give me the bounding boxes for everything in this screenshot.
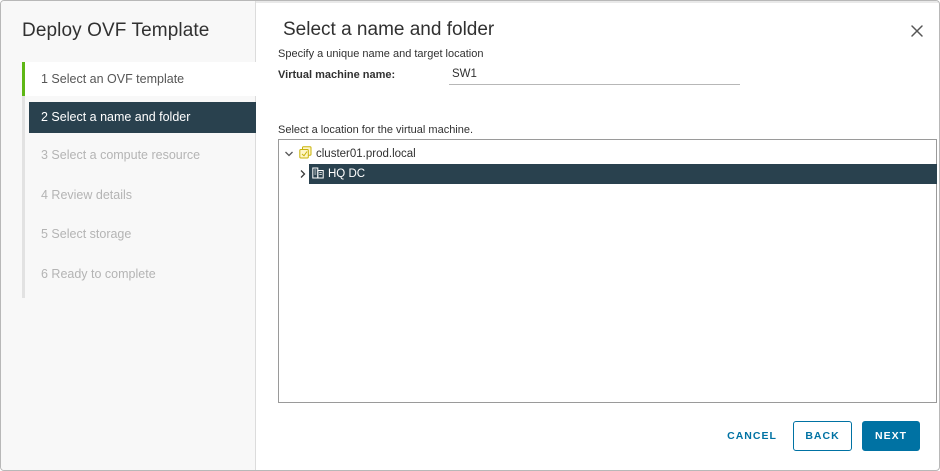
cancel-button[interactable]: CANCEL [723, 421, 781, 451]
deploy-ovf-dialog: Deploy OVF Template 1 Select an OVF temp… [0, 0, 940, 471]
tree-node-cluster[interactable]: cluster01.prod.local [284, 144, 416, 164]
close-icon[interactable] [908, 22, 926, 40]
step-select-name-and-folder[interactable]: 2 Select a name and folder [29, 101, 256, 133]
vcenter-icon [299, 146, 312, 162]
chevron-right-icon[interactable] [298, 169, 308, 179]
wizard-main: Select a name and folder Specify a uniqu… [257, 1, 939, 470]
vm-name-label: Virtual machine name: [278, 69, 396, 81]
vm-name-input[interactable] [449, 63, 740, 85]
back-button[interactable]: BACK [793, 421, 852, 451]
step-select-ovf-template[interactable]: 1 Select an OVF template [22, 62, 256, 96]
next-button[interactable]: NEXT [862, 421, 920, 451]
tree-node-datacenter[interactable]: HQ DC [298, 164, 937, 184]
tree-node-label: HQ DC [328, 168, 366, 180]
tree-node-label: cluster01.prod.local [316, 148, 416, 160]
wizard-steps: 1 Select an OVF template 2 Select a name… [22, 62, 256, 296]
location-label: Select a location for the virtual machin… [278, 124, 474, 136]
page-subtitle: Specify a unique name and target locatio… [278, 48, 484, 60]
step-review-details: 4 Review details [41, 187, 133, 202]
selection-highlight [309, 164, 937, 184]
chevron-down-icon[interactable] [284, 149, 294, 159]
wizard-title: Deploy OVF Template [22, 20, 210, 41]
step-select-storage: 5 Select storage [41, 227, 132, 241]
datacenter-icon [312, 167, 324, 182]
page-title: Select a name and folder [283, 19, 495, 40]
step-select-compute-resource: 3 Select a compute resource [41, 148, 201, 162]
step-ready-to-complete: 6 Ready to complete [41, 266, 156, 281]
location-tree: cluster01.prod.local HQ DC [278, 139, 937, 403]
wizard-sidebar: Deploy OVF Template 1 Select an OVF temp… [1, 1, 256, 470]
